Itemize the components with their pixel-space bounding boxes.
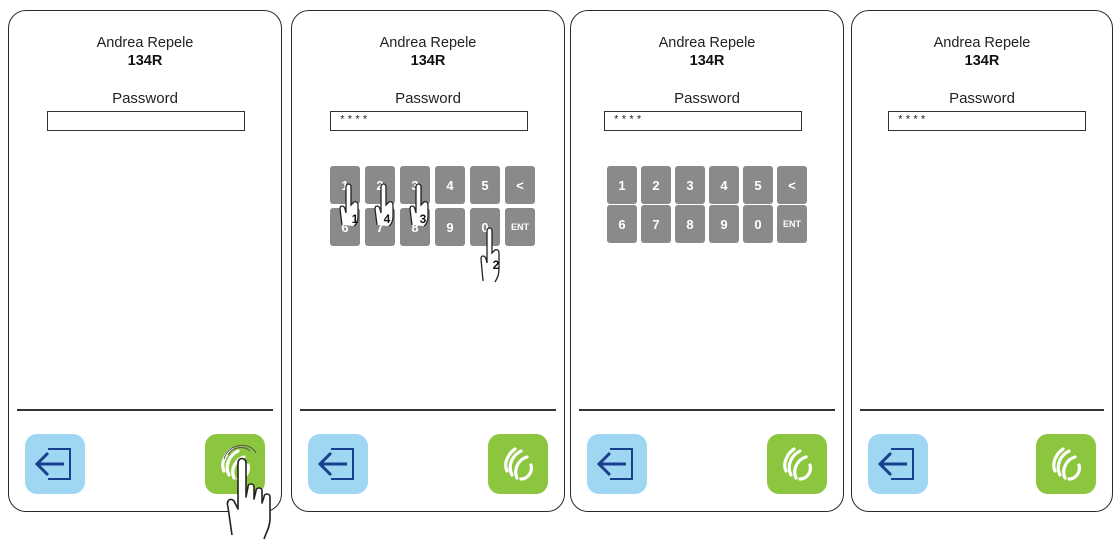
user-name: Andrea Repele [379, 35, 477, 51]
hand-wave-icon [783, 447, 812, 481]
key-5[interactable]: 5 [470, 166, 500, 204]
password-field[interactable] [47, 111, 245, 131]
user-code: 134R [127, 53, 163, 69]
password-label: Password [949, 90, 1015, 107]
divider [860, 409, 1104, 411]
confirm-button[interactable] [488, 434, 548, 494]
user-name: Andrea Repele [658, 35, 756, 51]
key-0[interactable]: 0 [743, 205, 773, 243]
step-number: 3 [419, 212, 427, 226]
step-number: 4 [383, 212, 391, 226]
key-6[interactable]: 6 [607, 205, 637, 243]
key-9[interactable]: 9 [435, 208, 465, 246]
back-arrow-icon [317, 448, 354, 480]
confirm-button[interactable] [1036, 434, 1096, 494]
back-button[interactable] [868, 434, 928, 494]
screen-4: Andrea Repele 134R Password **** [851, 10, 1113, 512]
password-label: Password [674, 90, 740, 107]
divider [300, 409, 556, 411]
key-8[interactable]: 8 [675, 205, 705, 243]
key-enter[interactable]: ENT [505, 208, 535, 246]
key-4[interactable]: 4 [435, 166, 465, 204]
key-7[interactable]: 7 [641, 205, 671, 243]
pointing-hand-icon [223, 444, 271, 540]
key-2[interactable]: 2 [641, 166, 671, 204]
back-arrow-icon [877, 448, 914, 480]
key-backspace[interactable]: < [777, 166, 807, 204]
password-label: Password [112, 90, 178, 107]
key-4[interactable]: 4 [709, 166, 739, 204]
step-number: 2 [492, 258, 500, 272]
password-label: Password [395, 90, 461, 107]
key-backspace[interactable]: < [505, 166, 535, 204]
key-5[interactable]: 5 [743, 166, 773, 204]
screen-2: Andrea Repele 134R Password **** 1 2 3 4… [291, 10, 565, 512]
back-button[interactable] [25, 434, 85, 494]
screen-1: Andrea Repele 134R Password [8, 10, 282, 540]
password-field[interactable]: **** [604, 111, 802, 131]
password-field[interactable]: **** [888, 111, 1086, 131]
divider [17, 409, 273, 411]
back-button[interactable] [308, 434, 368, 494]
back-arrow-icon [596, 448, 633, 480]
tap-hand-icon [480, 227, 500, 283]
hand-wave-icon [504, 447, 533, 481]
user-name: Andrea Repele [933, 35, 1031, 51]
back-arrow-icon [34, 448, 71, 480]
key-1[interactable]: 1 [607, 166, 637, 204]
key-3[interactable]: 3 [675, 166, 705, 204]
key-enter[interactable]: ENT [777, 205, 807, 243]
confirm-button[interactable] [767, 434, 827, 494]
key-9[interactable]: 9 [709, 205, 739, 243]
user-name: Andrea Repele [96, 35, 194, 51]
user-code: 134R [964, 53, 1000, 69]
divider [579, 409, 835, 411]
hand-wave-icon [1052, 447, 1081, 481]
back-button[interactable] [587, 434, 647, 494]
password-field[interactable]: **** [330, 111, 528, 131]
user-code: 134R [410, 53, 446, 69]
screen-3: Andrea Repele 134R Password **** 1 2 3 4… [570, 10, 844, 512]
user-code: 134R [689, 53, 725, 69]
step-number: 1 [351, 212, 359, 226]
